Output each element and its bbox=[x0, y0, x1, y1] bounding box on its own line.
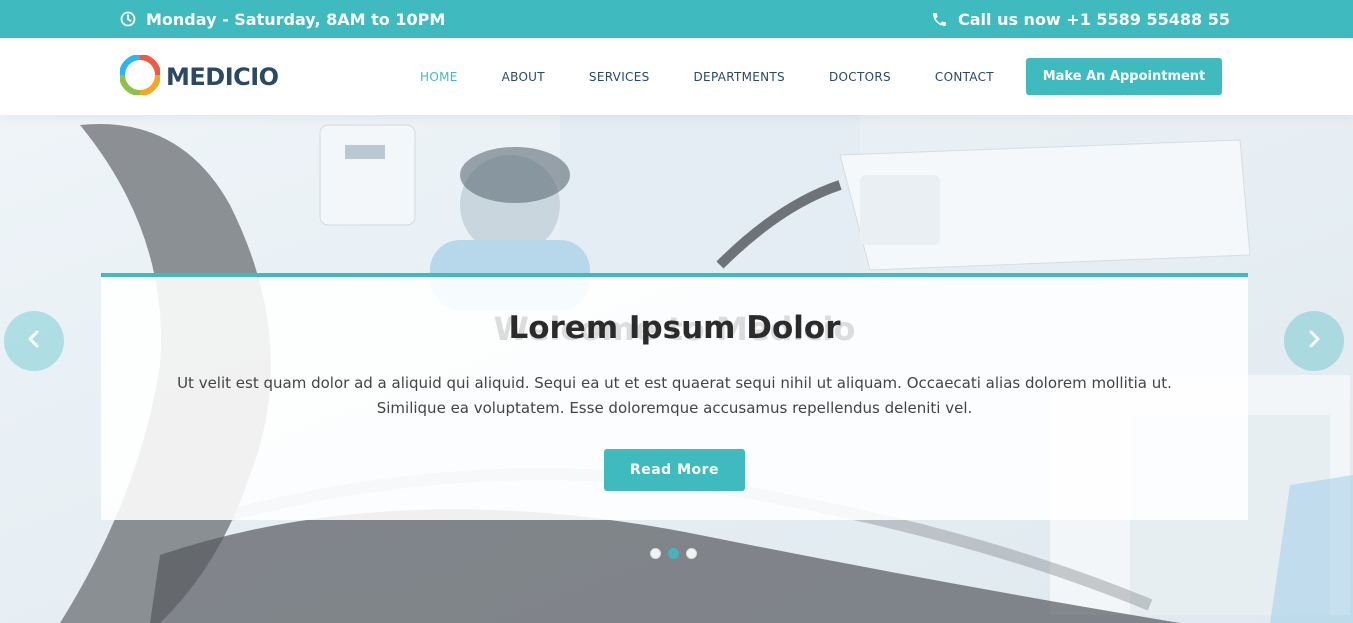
slide-description-line-1: Ut velit est quam dolor ad a aliquid qui… bbox=[177, 374, 1172, 392]
nav-departments[interactable]: DEPARTMENTS bbox=[694, 70, 785, 84]
carousel-next-button[interactable] bbox=[1284, 311, 1344, 371]
carousel-dot-2[interactable] bbox=[668, 548, 679, 559]
phone-icon bbox=[931, 11, 948, 28]
hero-carousel: Welcome to Medicio Lorem Ipsum Dolor Ut … bbox=[0, 115, 1353, 623]
main-nav: HOME ABOUT SERVICES DEPARTMENTS DOCTORS … bbox=[420, 38, 1038, 115]
phone-contact[interactable]: Call us now +1 5589 55488 55 bbox=[931, 0, 1230, 38]
slide-description: Ut velit est quam dolor ad a aliquid qui… bbox=[161, 371, 1188, 421]
opening-hours: Monday - Saturday, 8AM to 10PM bbox=[120, 0, 445, 38]
nav-contact[interactable]: CONTACT bbox=[935, 70, 994, 84]
read-more-button[interactable]: Read More bbox=[604, 449, 745, 491]
logo-ring-icon bbox=[119, 53, 161, 100]
chevron-right-icon bbox=[1304, 329, 1324, 354]
slide-description-line-2: Similique ea voluptatem. Esse doloremque… bbox=[376, 399, 973, 417]
logo[interactable]: MEDICIO bbox=[119, 53, 279, 100]
slide-title: Lorem Ipsum Dolor bbox=[508, 310, 841, 346]
chevron-left-icon bbox=[24, 329, 44, 354]
opening-hours-text: Monday - Saturday, 8AM to 10PM bbox=[146, 9, 446, 29]
site-header: MEDICIO HOME ABOUT SERVICES DEPARTMENTS … bbox=[0, 38, 1353, 115]
nav-about[interactable]: ABOUT bbox=[502, 70, 545, 84]
carousel-indicators bbox=[650, 548, 697, 559]
phone-text: Call us now +1 5589 55488 55 bbox=[957, 9, 1230, 29]
carousel-prev-button[interactable] bbox=[4, 311, 64, 371]
carousel-dot-3[interactable] bbox=[686, 548, 697, 559]
nav-home[interactable]: HOME bbox=[420, 70, 458, 84]
top-bar: Monday - Saturday, 8AM to 10PM Call us n… bbox=[0, 0, 1353, 38]
slide-content-box: Welcome to Medicio Lorem Ipsum Dolor Ut … bbox=[101, 273, 1248, 520]
logo-text: MEDICIO bbox=[166, 63, 279, 91]
make-appointment-button[interactable]: Make An Appointment bbox=[1026, 58, 1222, 95]
carousel-dot-1[interactable] bbox=[650, 548, 661, 559]
nav-doctors[interactable]: DOCTORS bbox=[829, 70, 891, 84]
nav-services[interactable]: SERVICES bbox=[589, 70, 650, 84]
clock-icon bbox=[120, 11, 136, 27]
